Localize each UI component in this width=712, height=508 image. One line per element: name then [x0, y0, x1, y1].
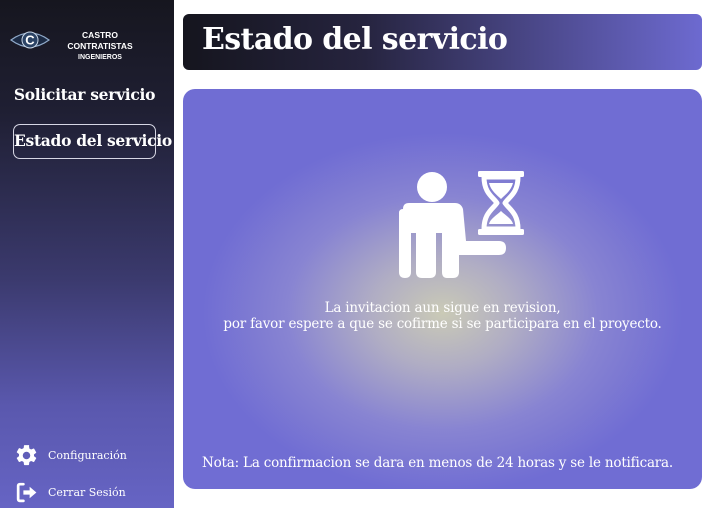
settings-label: Configuración: [48, 449, 127, 462]
brand-name-line1: CASTRO CONTRATISTAS: [67, 30, 133, 51]
eye-logo-icon: C: [10, 31, 50, 49]
logout-label: Cerrar Sesión: [48, 486, 126, 499]
sidebar-item-estado-del-servicio[interactable]: Estado del servicio: [13, 124, 172, 159]
status-panel: La invitacion aun sigue en revision, por…: [183, 89, 702, 489]
page-title: Estado del servicio: [202, 22, 508, 57]
sidebar-item-solicitar-servicio[interactable]: Solicitar servicio: [13, 78, 156, 112]
status-message: La invitacion aun sigue en revision, por…: [183, 300, 702, 332]
logout-icon: [16, 482, 37, 503]
person-hourglass-icon: [399, 171, 524, 278]
status-message-line2: por favor espere a que se cofirme si se …: [223, 316, 662, 332]
logo-letter: C: [25, 33, 35, 48]
brand-name: CASTRO CONTRATISTAS INGENIEROS: [50, 30, 150, 63]
logout-link[interactable]: Cerrar Sesión: [14, 480, 164, 506]
settings-link[interactable]: Configuración: [14, 443, 164, 469]
gear-icon: [16, 445, 37, 466]
page-header: Estado del servicio: [183, 14, 702, 70]
status-note: Nota: La confirmacion se dara en menos d…: [202, 455, 673, 471]
brand-logo: C CASTRO CONTRATISTAS INGENIEROS: [10, 26, 170, 61]
sidebar: C CASTRO CONTRATISTAS INGENIEROS Solicit…: [0, 0, 174, 508]
app-window: C CASTRO CONTRATISTAS INGENIEROS Solicit…: [0, 0, 712, 508]
status-message-line1: La invitacion aun sigue en revision,: [324, 300, 561, 316]
brand-name-line2: INGENIEROS: [78, 54, 122, 61]
